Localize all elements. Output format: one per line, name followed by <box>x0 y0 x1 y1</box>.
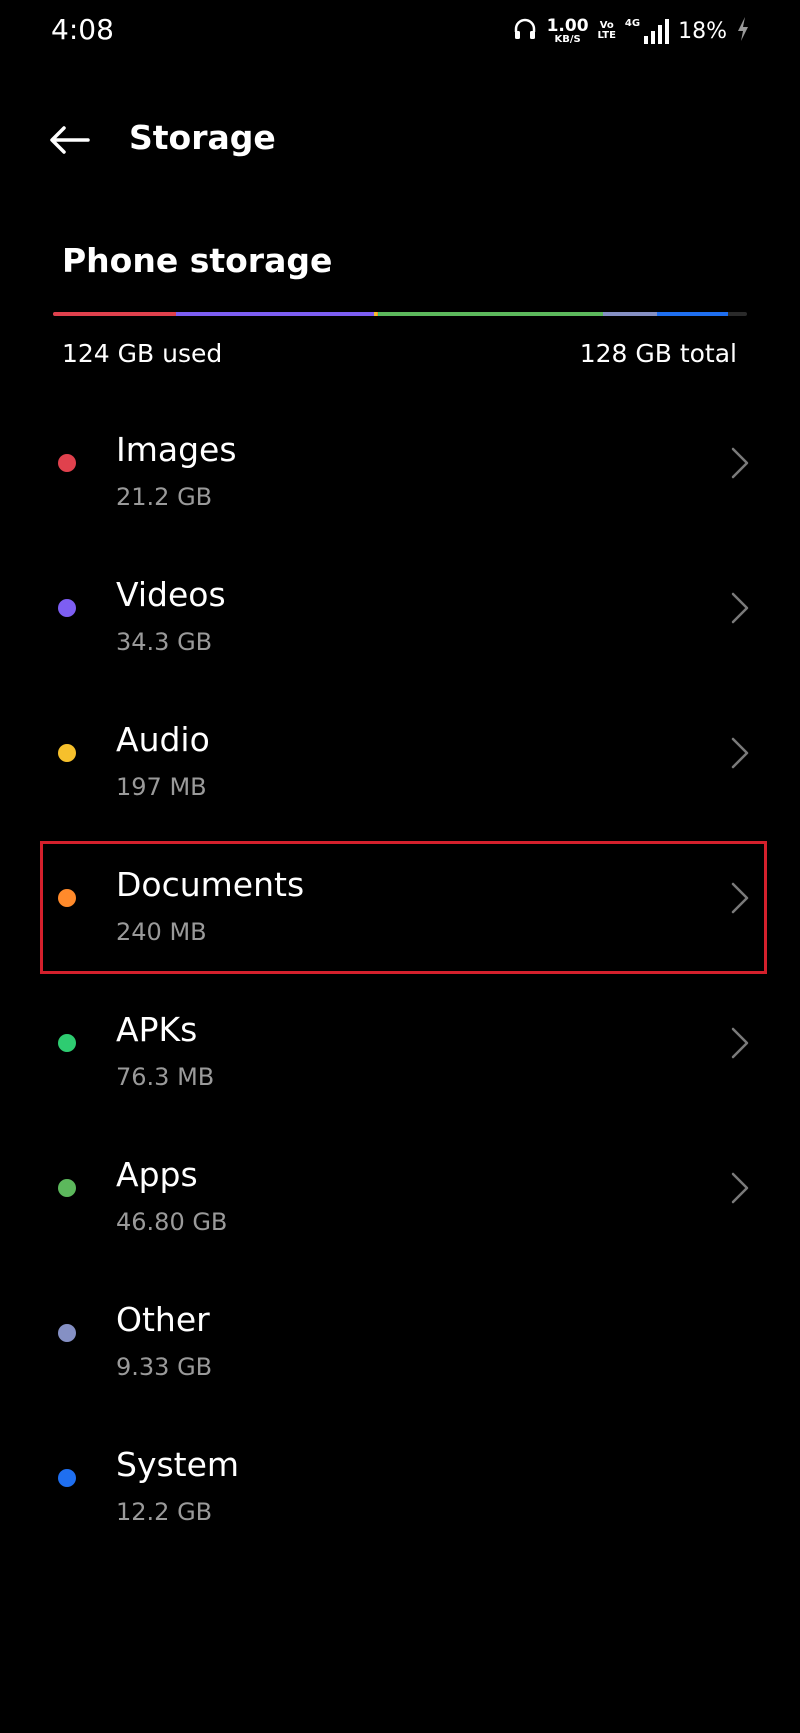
storage-bar-segment-images <box>53 312 176 316</box>
signal-icon: 4G <box>624 18 670 44</box>
network-speed: 1.00 KB/S <box>546 15 589 45</box>
chevron-right-icon <box>730 591 750 625</box>
category-color-dot <box>58 1034 76 1052</box>
category-row-audio[interactable]: Audio 197 MB <box>0 680 800 825</box>
category-list: Images 21.2 GB Videos 34.3 GB Audio 197 MB Doc… <box>0 390 800 1550</box>
category-row-videos[interactable]: Videos 34.3 GB <box>0 535 800 680</box>
network-type: 4G <box>624 18 641 29</box>
used-label: 124 GB used <box>62 339 223 368</box>
storage-bar-segment-system <box>657 312 729 316</box>
category-size: 21.2 GB <box>116 483 213 511</box>
category-size: 76.3 MB <box>116 1063 215 1091</box>
category-color-dot <box>58 599 76 617</box>
volte-icon: Vo LTE <box>598 21 616 41</box>
network-speed-value: 1.00 <box>546 15 589 36</box>
category-row-documents[interactable]: Documents 240 MB <box>0 825 800 970</box>
category-size: 197 MB <box>116 773 207 801</box>
storage-bar-segment-apps <box>379 312 604 316</box>
category-color-dot <box>58 744 76 762</box>
category-size: 34.3 GB <box>116 628 213 656</box>
app-bar: Storage <box>0 90 800 190</box>
category-color-dot <box>58 889 76 907</box>
category-row-apps[interactable]: Apps 46.80 GB <box>0 1115 800 1260</box>
category-row-images[interactable]: Images 21.2 GB <box>0 390 800 535</box>
category-label: Images <box>116 430 237 469</box>
chevron-right-icon <box>730 1171 750 1205</box>
chevron-right-icon <box>730 446 750 480</box>
category-label: Documents <box>116 865 305 904</box>
status-icons: 1.00 KB/S Vo LTE 4G 18% <box>512 12 750 50</box>
category-label: System <box>116 1445 240 1484</box>
category-label: APKs <box>116 1010 198 1049</box>
chevron-right-icon <box>730 881 750 915</box>
battery-level: 18% <box>678 18 727 44</box>
back-arrow-icon[interactable] <box>48 125 92 155</box>
status-bar: 4:08 1.00 KB/S Vo LTE 4G 18% <box>0 0 800 62</box>
headphones-icon <box>512 16 538 46</box>
category-color-dot <box>58 1179 76 1197</box>
category-size: 240 MB <box>116 918 207 946</box>
storage-bar-segment-other <box>603 312 658 316</box>
storage-bar-segment-videos <box>175 312 375 316</box>
category-label: Audio <box>116 720 210 759</box>
total-label: 128 GB total <box>579 339 737 368</box>
network-speed-unit: KB/S <box>554 33 581 45</box>
section-title: Phone storage <box>62 241 333 280</box>
page-title: Storage <box>129 118 276 157</box>
category-row-system: System 12.2 GB <box>0 1405 800 1550</box>
status-time: 4:08 <box>51 13 114 46</box>
chevron-right-icon <box>730 736 750 770</box>
category-color-dot <box>58 1324 76 1342</box>
category-size: 9.33 GB <box>116 1353 213 1381</box>
category-label: Other <box>116 1300 210 1339</box>
category-color-dot <box>58 1469 76 1487</box>
category-color-dot <box>58 454 76 472</box>
category-label: Apps <box>116 1155 198 1194</box>
category-row-other: Other 9.33 GB <box>0 1260 800 1405</box>
category-label: Videos <box>116 575 226 614</box>
chevron-right-icon <box>730 1026 750 1060</box>
charging-icon <box>736 16 750 46</box>
category-size: 46.80 GB <box>116 1208 228 1236</box>
storage-usage-bar <box>53 312 747 316</box>
category-row-apks[interactable]: APKs 76.3 MB <box>0 970 800 1115</box>
category-size: 12.2 GB <box>116 1498 213 1526</box>
volte-bottom: LTE <box>597 30 616 41</box>
